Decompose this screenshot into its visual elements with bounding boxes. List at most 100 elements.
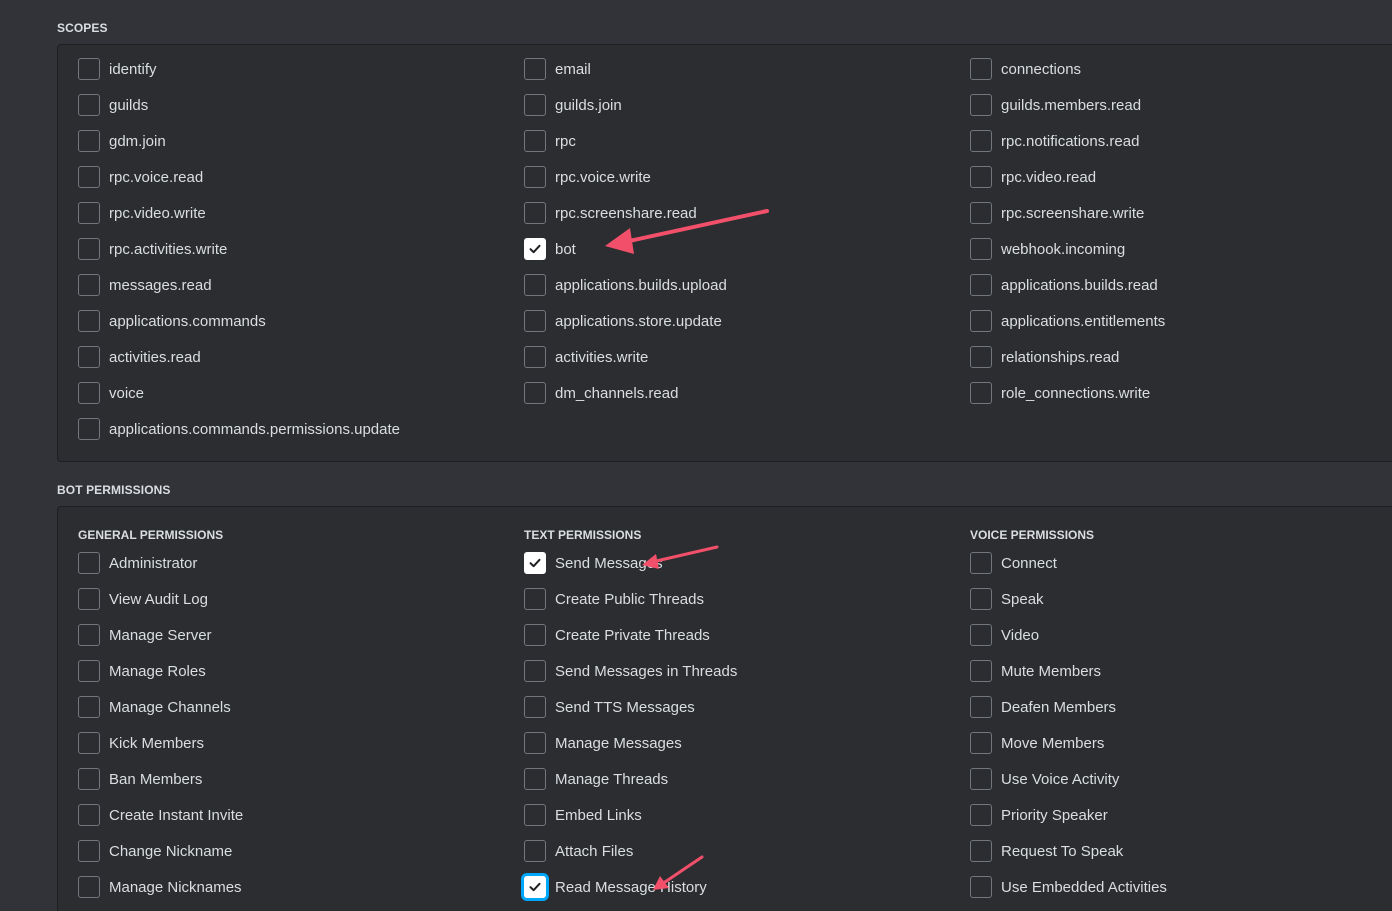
permission-create-public-threads[interactable]: Create Public Threads bbox=[524, 587, 704, 611]
scope-guilds[interactable]: guilds bbox=[78, 93, 148, 117]
permission-manage-messages[interactable]: Manage Messages bbox=[524, 731, 682, 755]
checkbox[interactable] bbox=[970, 310, 992, 332]
scope-gdm-join[interactable]: gdm.join bbox=[78, 129, 166, 153]
checkbox[interactable] bbox=[78, 696, 100, 718]
scope-applications-store-update[interactable]: applications.store.update bbox=[524, 309, 722, 333]
checkbox[interactable] bbox=[524, 382, 546, 404]
permission-request-to-speak[interactable]: Request To Speak bbox=[970, 839, 1123, 863]
permission-use-voice-activity[interactable]: Use Voice Activity bbox=[970, 767, 1119, 791]
checkbox[interactable] bbox=[970, 130, 992, 152]
checkbox[interactable] bbox=[970, 732, 992, 754]
permission-manage-nicknames[interactable]: Manage Nicknames bbox=[78, 875, 242, 899]
scope-bot[interactable]: bot bbox=[524, 237, 576, 261]
scope-applications-builds-upload[interactable]: applications.builds.upload bbox=[524, 273, 727, 297]
scope-rpc-voice-read[interactable]: rpc.voice.read bbox=[78, 165, 203, 189]
checkbox[interactable] bbox=[970, 588, 992, 610]
checkbox[interactable] bbox=[524, 840, 546, 862]
permission-manage-threads[interactable]: Manage Threads bbox=[524, 767, 668, 791]
checkbox[interactable] bbox=[524, 274, 546, 296]
permission-send-tts-messages[interactable]: Send TTS Messages bbox=[524, 695, 695, 719]
checkbox[interactable] bbox=[78, 804, 100, 826]
permission-create-instant-invite[interactable]: Create Instant Invite bbox=[78, 803, 243, 827]
checkbox[interactable] bbox=[970, 840, 992, 862]
permission-manage-server[interactable]: Manage Server bbox=[78, 623, 212, 647]
checkbox[interactable] bbox=[78, 58, 100, 80]
checkbox[interactable] bbox=[524, 346, 546, 368]
checkbox[interactable] bbox=[970, 166, 992, 188]
scope-applications-entitlements[interactable]: applications.entitlements bbox=[970, 309, 1165, 333]
checkbox[interactable] bbox=[970, 346, 992, 368]
checkbox[interactable] bbox=[970, 552, 992, 574]
checkbox[interactable] bbox=[524, 202, 546, 224]
checkbox[interactable] bbox=[78, 310, 100, 332]
permission-administrator[interactable]: Administrator bbox=[78, 551, 197, 575]
scope-identify[interactable]: identify bbox=[78, 57, 157, 81]
checkbox[interactable] bbox=[524, 804, 546, 826]
checkbox[interactable] bbox=[970, 768, 992, 790]
permission-deafen-members[interactable]: Deafen Members bbox=[970, 695, 1116, 719]
checkbox[interactable] bbox=[524, 552, 546, 574]
checkbox[interactable] bbox=[524, 876, 546, 898]
permission-read-message-history[interactable]: Read Message History bbox=[524, 875, 707, 899]
checkbox[interactable] bbox=[78, 94, 100, 116]
scope-applications-builds-read[interactable]: applications.builds.read bbox=[970, 273, 1158, 297]
permission-video[interactable]: Video bbox=[970, 623, 1039, 647]
checkbox[interactable] bbox=[78, 768, 100, 790]
checkbox[interactable] bbox=[78, 732, 100, 754]
permission-use-embedded-activities[interactable]: Use Embedded Activities bbox=[970, 875, 1167, 899]
scope-guilds-members-read[interactable]: guilds.members.read bbox=[970, 93, 1141, 117]
scope-voice[interactable]: voice bbox=[78, 381, 144, 405]
scope-rpc-screenshare-write[interactable]: rpc.screenshare.write bbox=[970, 201, 1144, 225]
permission-kick-members[interactable]: Kick Members bbox=[78, 731, 204, 755]
scope-rpc-activities-write[interactable]: rpc.activities.write bbox=[78, 237, 227, 261]
scope-rpc-voice-write[interactable]: rpc.voice.write bbox=[524, 165, 651, 189]
permission-send-messages[interactable]: Send Messages bbox=[524, 551, 663, 575]
scope-messages-read[interactable]: messages.read bbox=[78, 273, 212, 297]
checkbox[interactable] bbox=[524, 768, 546, 790]
checkbox[interactable] bbox=[78, 274, 100, 296]
checkbox[interactable] bbox=[524, 660, 546, 682]
scope-dm-channels-read[interactable]: dm_channels.read bbox=[524, 381, 678, 405]
permission-move-members[interactable]: Move Members bbox=[970, 731, 1104, 755]
scope-role-connections-write[interactable]: role_connections.write bbox=[970, 381, 1150, 405]
checkbox[interactable] bbox=[78, 588, 100, 610]
scope-guilds-join[interactable]: guilds.join bbox=[524, 93, 622, 117]
permission-send-messages-in-threads[interactable]: Send Messages in Threads bbox=[524, 659, 737, 683]
checkbox[interactable] bbox=[524, 238, 546, 260]
checkbox[interactable] bbox=[970, 202, 992, 224]
checkbox[interactable] bbox=[970, 58, 992, 80]
checkbox[interactable] bbox=[78, 840, 100, 862]
checkbox[interactable] bbox=[524, 166, 546, 188]
scope-rpc-screenshare-read[interactable]: rpc.screenshare.read bbox=[524, 201, 697, 225]
checkbox[interactable] bbox=[78, 382, 100, 404]
scope-connections[interactable]: connections bbox=[970, 57, 1081, 81]
checkbox[interactable] bbox=[78, 346, 100, 368]
scope-webhook-incoming[interactable]: webhook.incoming bbox=[970, 237, 1125, 261]
checkbox[interactable] bbox=[78, 418, 100, 440]
checkbox[interactable] bbox=[970, 382, 992, 404]
checkbox[interactable] bbox=[524, 588, 546, 610]
scope-rpc[interactable]: rpc bbox=[524, 129, 576, 153]
permission-create-private-threads[interactable]: Create Private Threads bbox=[524, 623, 710, 647]
scope-rpc-video-read[interactable]: rpc.video.read bbox=[970, 165, 1096, 189]
checkbox[interactable] bbox=[970, 94, 992, 116]
checkbox[interactable] bbox=[970, 660, 992, 682]
permission-view-audit-log[interactable]: View Audit Log bbox=[78, 587, 208, 611]
checkbox[interactable] bbox=[970, 274, 992, 296]
checkbox[interactable] bbox=[524, 310, 546, 332]
checkbox[interactable] bbox=[970, 696, 992, 718]
checkbox[interactable] bbox=[524, 58, 546, 80]
checkbox[interactable] bbox=[970, 804, 992, 826]
checkbox[interactable] bbox=[524, 624, 546, 646]
permission-embed-links[interactable]: Embed Links bbox=[524, 803, 642, 827]
permission-manage-roles[interactable]: Manage Roles bbox=[78, 659, 206, 683]
scope-applications-commands-permissions-update[interactable]: applications.commands.permissions.update bbox=[78, 417, 400, 441]
checkbox[interactable] bbox=[78, 660, 100, 682]
permission-change-nickname[interactable]: Change Nickname bbox=[78, 839, 232, 863]
checkbox[interactable] bbox=[970, 624, 992, 646]
scope-applications-commands[interactable]: applications.commands bbox=[78, 309, 266, 333]
permission-ban-members[interactable]: Ban Members bbox=[78, 767, 202, 791]
permission-attach-files[interactable]: Attach Files bbox=[524, 839, 633, 863]
scope-rpc-video-write[interactable]: rpc.video.write bbox=[78, 201, 206, 225]
scope-activities-read[interactable]: activities.read bbox=[78, 345, 201, 369]
